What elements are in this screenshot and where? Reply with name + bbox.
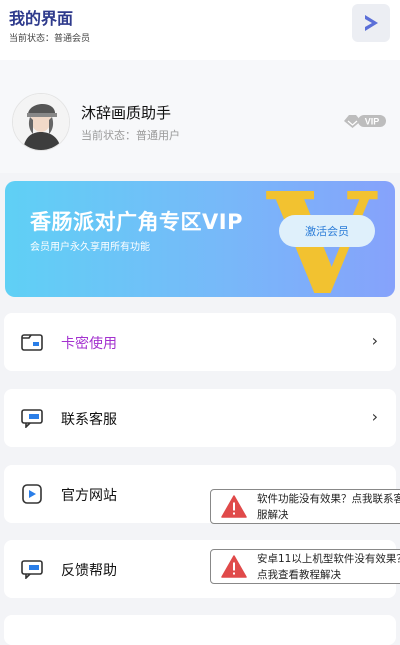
chevron-right-icon: ›	[371, 331, 378, 350]
menu-item-label: 官方网站	[61, 488, 117, 504]
toast-support-tip[interactable]: 软件功能没有效果？点我联系客服解决	[210, 489, 400, 524]
header-bar: 我的界面 当前状态：普通会员	[0, 0, 400, 60]
toast-text: 软件功能没有效果？点我联系客服解决	[257, 493, 400, 521]
profile-name: 沐辞画质助手	[81, 104, 172, 122]
warning-icon	[221, 555, 247, 578]
play-icon	[365, 15, 378, 31]
play-button[interactable]	[352, 4, 390, 42]
vip-badge-label: VIP	[365, 117, 380, 127]
profile-status: 当前状态：普通用户	[81, 129, 180, 142]
profile-section: 沐辞画质助手 当前状态：普通用户 VIP	[0, 60, 400, 173]
menu-item-support[interactable]: 联系客服 ›	[4, 389, 396, 447]
toast-text: 安卓11以上机型软件没有效果？点我查看教程解决	[257, 553, 400, 581]
toast-android-tip[interactable]: 安卓11以上机型软件没有效果？点我查看教程解决	[210, 549, 400, 584]
page-title: 我的界面	[9, 9, 74, 28]
warning-icon	[221, 495, 247, 518]
activate-vip-button[interactable]: 激活会员	[279, 215, 375, 247]
header-status: 当前状态：普通会员	[9, 34, 91, 44]
video-icon	[22, 484, 42, 504]
card-icon	[21, 334, 43, 351]
avatar-image	[13, 94, 69, 150]
avatar[interactable]	[12, 93, 70, 151]
menu-item-label: 卡密使用	[61, 336, 117, 352]
menu-item-partial	[4, 615, 396, 645]
banner-title: 香肠派对广角专区VIP	[30, 210, 243, 234]
feedback-icon	[21, 560, 43, 579]
menu-item-card[interactable]: 卡密使用 ›	[4, 313, 396, 371]
vip-banner[interactable]: V 香肠派对广角专区VIP 会员用户永久享用所有功能 激活会员	[5, 181, 395, 297]
vip-badge: VIP	[344, 115, 386, 128]
menu-item-label: 联系客服	[61, 412, 117, 428]
chevron-right-icon: ›	[371, 407, 378, 426]
chat-icon	[21, 409, 43, 428]
banner-subtitle: 会员用户永久享用所有功能	[30, 242, 150, 253]
menu-item-label: 反馈帮助	[61, 563, 117, 579]
